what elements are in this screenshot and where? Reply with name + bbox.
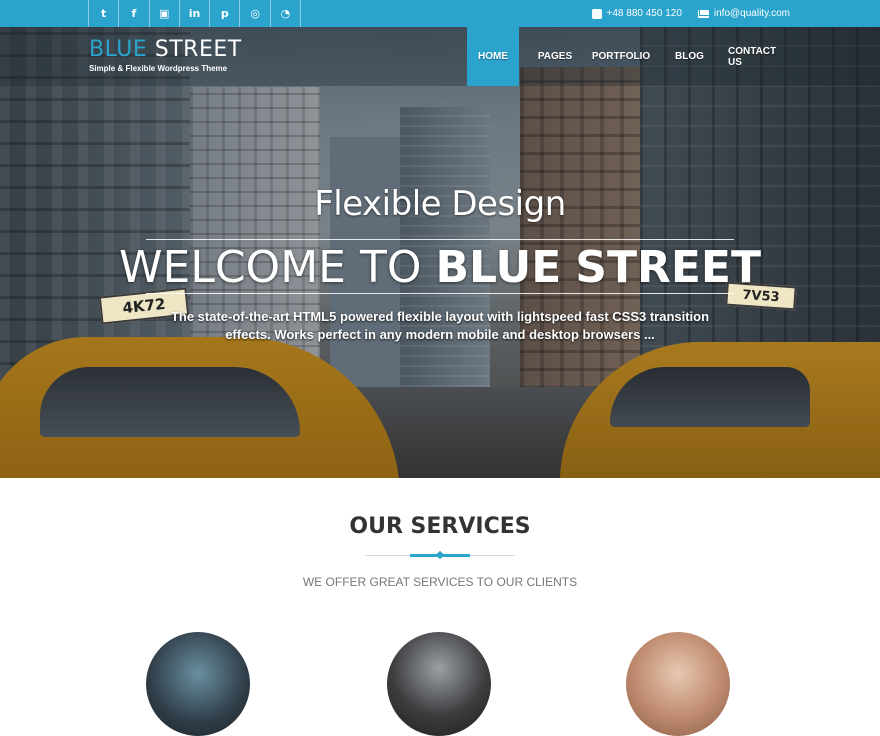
rss-icon[interactable]: ◔ xyxy=(271,0,302,27)
hero-divider-top xyxy=(146,239,734,240)
twitter-icon[interactable]: t xyxy=(89,0,120,27)
contact-info: +48 880 450 120 info@quality.com xyxy=(576,0,790,27)
service-image-3 xyxy=(626,632,730,736)
nav-item-portfolio[interactable]: PORTFOLIO xyxy=(591,27,651,86)
site-tagline: Simple & Flexible Wordpress Theme xyxy=(89,64,228,73)
facebook-icon[interactable]: f xyxy=(119,0,150,27)
nav-item-blog[interactable]: BLOG xyxy=(651,27,728,86)
nav-item-pages[interactable]: PAGES xyxy=(519,27,591,86)
linkedin-icon[interactable]: in xyxy=(180,0,211,27)
dribbble-icon[interactable]: ◎ xyxy=(240,0,271,27)
mail-icon xyxy=(697,9,709,18)
nav-item-contact[interactable]: CONTACT US xyxy=(728,27,788,86)
site-logo[interactable]: BLUE STREET xyxy=(89,37,242,62)
services-title: OUR SERVICES xyxy=(349,514,531,539)
youtube-icon[interactable]: ▣ xyxy=(150,0,180,27)
email-link[interactable]: info@quality.com xyxy=(714,8,790,19)
logo-text-street: STREET xyxy=(154,37,242,62)
hero-divider-bottom xyxy=(146,293,734,294)
social-links: t f ▣ in p ◎ ◔ xyxy=(88,0,302,27)
hero-description: The state-of-the-art HTML5 powered flexi… xyxy=(170,309,710,342)
divider-diamond-icon xyxy=(435,550,445,560)
hero-title: WELCOME TO BLUE STREET xyxy=(0,244,880,292)
phone-icon xyxy=(591,8,602,19)
pinterest-icon[interactable]: p xyxy=(210,0,241,27)
service-image-2 xyxy=(387,632,491,736)
hero-title-thin: WELCOME TO xyxy=(119,242,422,293)
nav-item-home[interactable]: HOME xyxy=(467,27,519,86)
phone-number: +48 880 450 120 xyxy=(606,8,682,19)
service-image-1 xyxy=(146,632,250,736)
hero-title-street: STREET xyxy=(575,242,761,293)
email-item: info@quality.com xyxy=(697,8,790,19)
logo-text-blue: BLUE xyxy=(89,37,148,62)
top-bar: t f ▣ in p ◎ ◔ +48 880 450 120 info@qual… xyxy=(0,0,880,27)
hero-subtitle: Flexible Design xyxy=(314,184,566,224)
services-divider xyxy=(365,550,515,560)
phone-item: +48 880 450 120 xyxy=(591,8,682,19)
services-subtitle: WE OFFER GREAT SERVICES TO OUR CLIENTS xyxy=(302,575,578,589)
main-nav: HOME PAGES PORTFOLIO BLOG CONTACT US xyxy=(467,27,788,86)
hero-title-blue: BLUE xyxy=(435,242,562,293)
